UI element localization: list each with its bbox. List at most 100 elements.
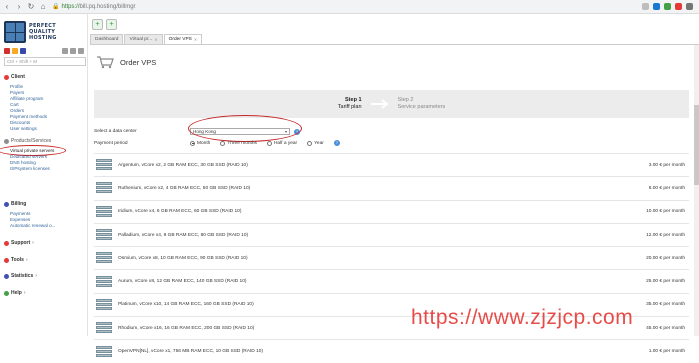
arrow-right-icon bbox=[370, 99, 390, 109]
menu-icon[interactable] bbox=[686, 3, 693, 10]
sidebar-section-billing[interactable]: Billing bbox=[4, 201, 26, 207]
help-icon[interactable]: ? bbox=[333, 140, 340, 146]
sidebar-item-affiliate[interactable]: Affiliate program bbox=[10, 96, 43, 101]
plan-description: Aurum, vCore x8, 12 GB RAM ECC, 140 GB S… bbox=[118, 279, 247, 285]
extension-icon[interactable] bbox=[664, 3, 671, 10]
period-month-radio[interactable]: Month bbox=[190, 140, 210, 146]
address-bar[interactable]: 🔒 https:// bill.pq.hosting/billmgr bbox=[52, 2, 612, 12]
scroll-thumb[interactable] bbox=[694, 105, 699, 185]
forward-icon[interactable]: › bbox=[14, 2, 24, 12]
watermark-text: https://www.zjzjcp.com bbox=[411, 306, 634, 329]
period-row: Payment period Month Three months Half a… bbox=[94, 140, 340, 146]
sidebar-item-payment-methods[interactable]: Payment methods bbox=[10, 114, 47, 119]
sidebar-section-support[interactable]: Support › bbox=[4, 240, 34, 246]
main-toolbar: + + bbox=[90, 14, 699, 34]
sidebar-section-help[interactable]: Help › bbox=[4, 290, 26, 296]
sidebar-section-products[interactable]: Products/Services bbox=[4, 138, 51, 144]
plan-row[interactable]: OpenVPN[NL], vCore x1, 756 MB RAM ECC, 1… bbox=[94, 339, 689, 362]
close-tab-icon[interactable]: ✕ bbox=[194, 37, 197, 42]
sidebar-item-user-settings[interactable]: User settings bbox=[10, 126, 37, 131]
sidebar-item-orders[interactable]: Orders bbox=[10, 108, 24, 113]
url-rest: bill.pq.hosting/billmgr bbox=[79, 3, 136, 10]
extension-icon[interactable] bbox=[653, 3, 660, 10]
period-half-year-radio[interactable]: Half a year bbox=[266, 140, 297, 146]
star-icon[interactable] bbox=[642, 3, 649, 10]
server-icon bbox=[96, 205, 112, 218]
server-icon bbox=[96, 298, 112, 311]
plan-description: Osmium, vCore x8, 10 GB RAM ECC, 90 GB S… bbox=[118, 255, 248, 261]
client-icon bbox=[4, 74, 9, 80]
close-tab-icon[interactable]: ✕ bbox=[154, 37, 157, 42]
sidebar-section-tools[interactable]: Tools › bbox=[4, 257, 28, 263]
datacenter-label: Select a data center bbox=[94, 129, 137, 134]
extension-icon[interactable] bbox=[675, 3, 682, 10]
star-icon[interactable] bbox=[12, 48, 18, 54]
sidebar-item-discounts[interactable]: Discounts bbox=[10, 120, 30, 125]
add-icon[interactable]: + bbox=[92, 18, 103, 30]
period-three-months-radio[interactable]: Three months bbox=[220, 140, 257, 146]
support-icon bbox=[4, 240, 9, 246]
sidebar-item-payments[interactable]: Payments bbox=[10, 211, 30, 216]
sidebar-section-statistics[interactable]: Statistics › bbox=[4, 273, 37, 279]
plan-price: 12.00 € per month bbox=[646, 232, 685, 238]
user-icon[interactable] bbox=[4, 48, 10, 54]
sidebar-item-expenses[interactable]: Expenses bbox=[10, 217, 30, 222]
billing-icon bbox=[4, 201, 9, 207]
sidebar-section-client[interactable]: Client bbox=[4, 74, 25, 80]
plan-price: 25.00 € per month bbox=[646, 279, 685, 285]
logo-mark-icon bbox=[4, 21, 26, 43]
server-icon bbox=[96, 182, 112, 194]
menu-search-input[interactable]: Ctrl + Shift + M bbox=[4, 57, 86, 66]
scrollbar[interactable] bbox=[694, 45, 699, 336]
plan-price: 10.00 € per month bbox=[646, 209, 685, 215]
back-icon[interactable]: ‹ bbox=[2, 2, 12, 12]
tab-dashboard[interactable]: Dashboard bbox=[90, 34, 124, 44]
server-icon bbox=[96, 159, 112, 171]
plan-row[interactable]: Palladium, vCore x4, 8 GB RAM ECC, 80 GB… bbox=[94, 222, 689, 246]
sidebar-item-dns[interactable]: DNS hosting bbox=[10, 160, 36, 165]
expand-icon[interactable] bbox=[70, 48, 76, 54]
tab-virtual-private[interactable]: Virtual pr... ✕ bbox=[124, 34, 163, 44]
products-icon bbox=[4, 138, 9, 144]
plan-row[interactable]: Osmium, vCore x8, 10 GB RAM ECC, 90 GB S… bbox=[94, 246, 689, 269]
plan-row[interactable]: Iridium, vCore x4, 6 GB RAM ECC, 60 GB S… bbox=[94, 199, 689, 223]
home-icon[interactable]: ⌂ bbox=[38, 2, 48, 12]
main-content: + + Dashboard Virtual pr... ✕ Order VPS ✕ … bbox=[90, 14, 699, 357]
plan-row[interactable]: Aurum, vCore x8, 12 GB RAM ECC, 140 GB S… bbox=[94, 269, 689, 292]
plan-price: 6.00 € per month bbox=[648, 185, 685, 191]
plan-description: Iridium, vCore x4, 6 GB RAM ECC, 60 GB S… bbox=[118, 209, 242, 215]
period-label: Payment period bbox=[94, 140, 128, 146]
period-year-radio[interactable]: Year bbox=[307, 140, 324, 146]
server-icon bbox=[96, 275, 112, 288]
highlight-circle bbox=[188, 115, 302, 142]
lock-icon: 🔒 bbox=[52, 4, 60, 10]
tab-bar: Dashboard Virtual pr... ✕ Order VPS ✕ bbox=[90, 34, 699, 45]
page-title: Order VPS bbox=[120, 57, 157, 67]
tab-order-vps[interactable]: Order VPS ✕ bbox=[163, 34, 203, 44]
sidebar-item-profile[interactable]: Profile bbox=[10, 84, 23, 89]
close-icon[interactable] bbox=[78, 48, 84, 54]
sidebar-toolbar bbox=[4, 46, 84, 56]
sidebar-item-cart[interactable]: Cart bbox=[10, 102, 19, 107]
sidebar-item-dedicated[interactable]: Dedicated servers bbox=[10, 154, 47, 159]
sidebar-item-isp-licenses[interactable]: ISPsystem licenses bbox=[10, 166, 50, 171]
sidebar-item-payers[interactable]: Payers bbox=[10, 90, 24, 95]
logo[interactable]: PERFECT QUALITY HOSTING bbox=[4, 18, 84, 46]
cart-icon bbox=[96, 55, 114, 69]
plan-row[interactable]: Argentum, vCore x2, 2 GB RAM ECC, 30 GB … bbox=[94, 153, 689, 176]
plan-description: Argentum, vCore x2, 2 GB RAM ECC, 30 GB … bbox=[118, 162, 248, 168]
reload-icon[interactable]: ↻ bbox=[26, 2, 36, 12]
logo-text: PERFECT QUALITY HOSTING bbox=[29, 23, 57, 41]
grid-icon[interactable] bbox=[20, 48, 26, 54]
cart-add-icon[interactable]: + bbox=[106, 18, 117, 30]
order-steps: Step 1 Tariff plan Step 2 Service parame… bbox=[94, 90, 689, 118]
statistics-icon bbox=[4, 273, 9, 279]
server-icon bbox=[96, 345, 112, 358]
plan-list: Argentum, vCore x2, 2 GB RAM ECC, 30 GB … bbox=[94, 153, 689, 363]
plan-description: Palladium, vCore x4, 8 GB RAM ECC, 80 GB… bbox=[118, 232, 249, 238]
sidebar-item-auto-renewal[interactable]: Automatic renewal o... bbox=[10, 223, 55, 228]
plan-row[interactable]: Ruthenium, vCore x2, 4 GB RAM ECC, 50 GB… bbox=[94, 176, 689, 199]
url-scheme: https:// bbox=[61, 3, 80, 10]
step-1: Step 1 Tariff plan bbox=[337, 97, 362, 110]
collapse-icon[interactable] bbox=[62, 48, 68, 54]
